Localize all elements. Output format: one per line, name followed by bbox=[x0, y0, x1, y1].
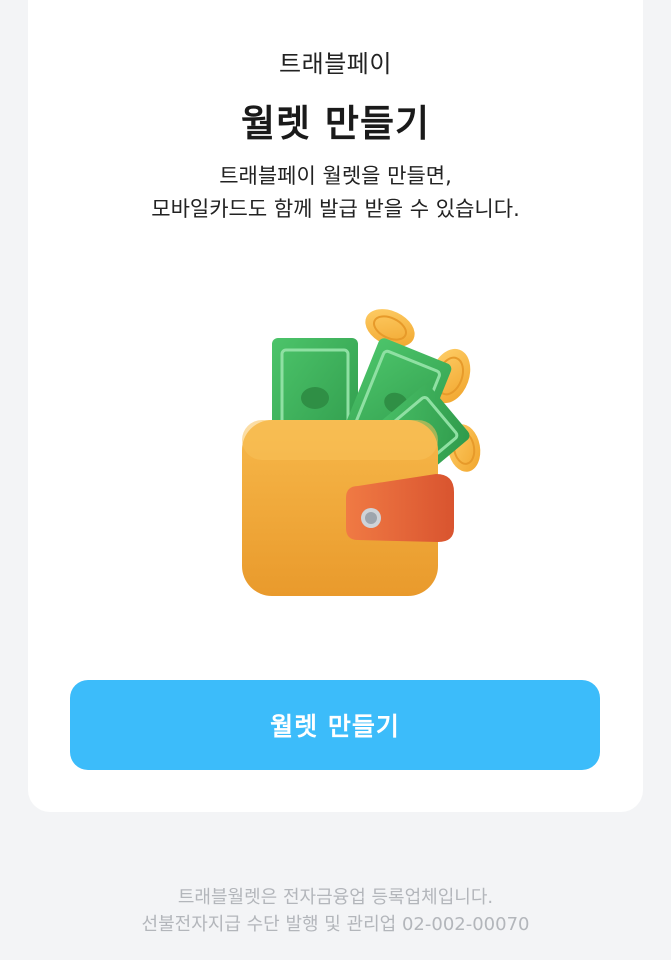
page-title: 월렛 만들기 bbox=[240, 102, 431, 145]
footer-line-2: 선불전자지급 수단 발행 및 관리업 02-002-00070 bbox=[141, 914, 530, 935]
footer-line-1: 트래블월렛은 전자금융업 등록업체입니다. bbox=[177, 887, 494, 908]
create-wallet-button[interactable]: 월렛 만들기 bbox=[70, 680, 600, 770]
wallet-with-cash-and-coins-icon bbox=[242, 309, 481, 596]
description-line-1: 트래블페이 월렛을 만들면, bbox=[219, 164, 452, 188]
wallet-create-card: 트래블페이 월렛 만들기 트래블페이 월렛을 만들면, 모바일카드도 함께 발급… bbox=[28, 0, 643, 812]
description: 트래블페이 월렛을 만들면, 모바일카드도 함께 발급 받을 수 있습니다. bbox=[28, 160, 643, 226]
service-name: 트래블페이 bbox=[279, 50, 392, 78]
footer-notice: 트래블월렛은 전자금융업 등록업체입니다. 선불전자지급 수단 발행 및 관리업… bbox=[0, 884, 671, 938]
description-line-2: 모바일카드도 함께 발급 받을 수 있습니다. bbox=[151, 197, 520, 221]
